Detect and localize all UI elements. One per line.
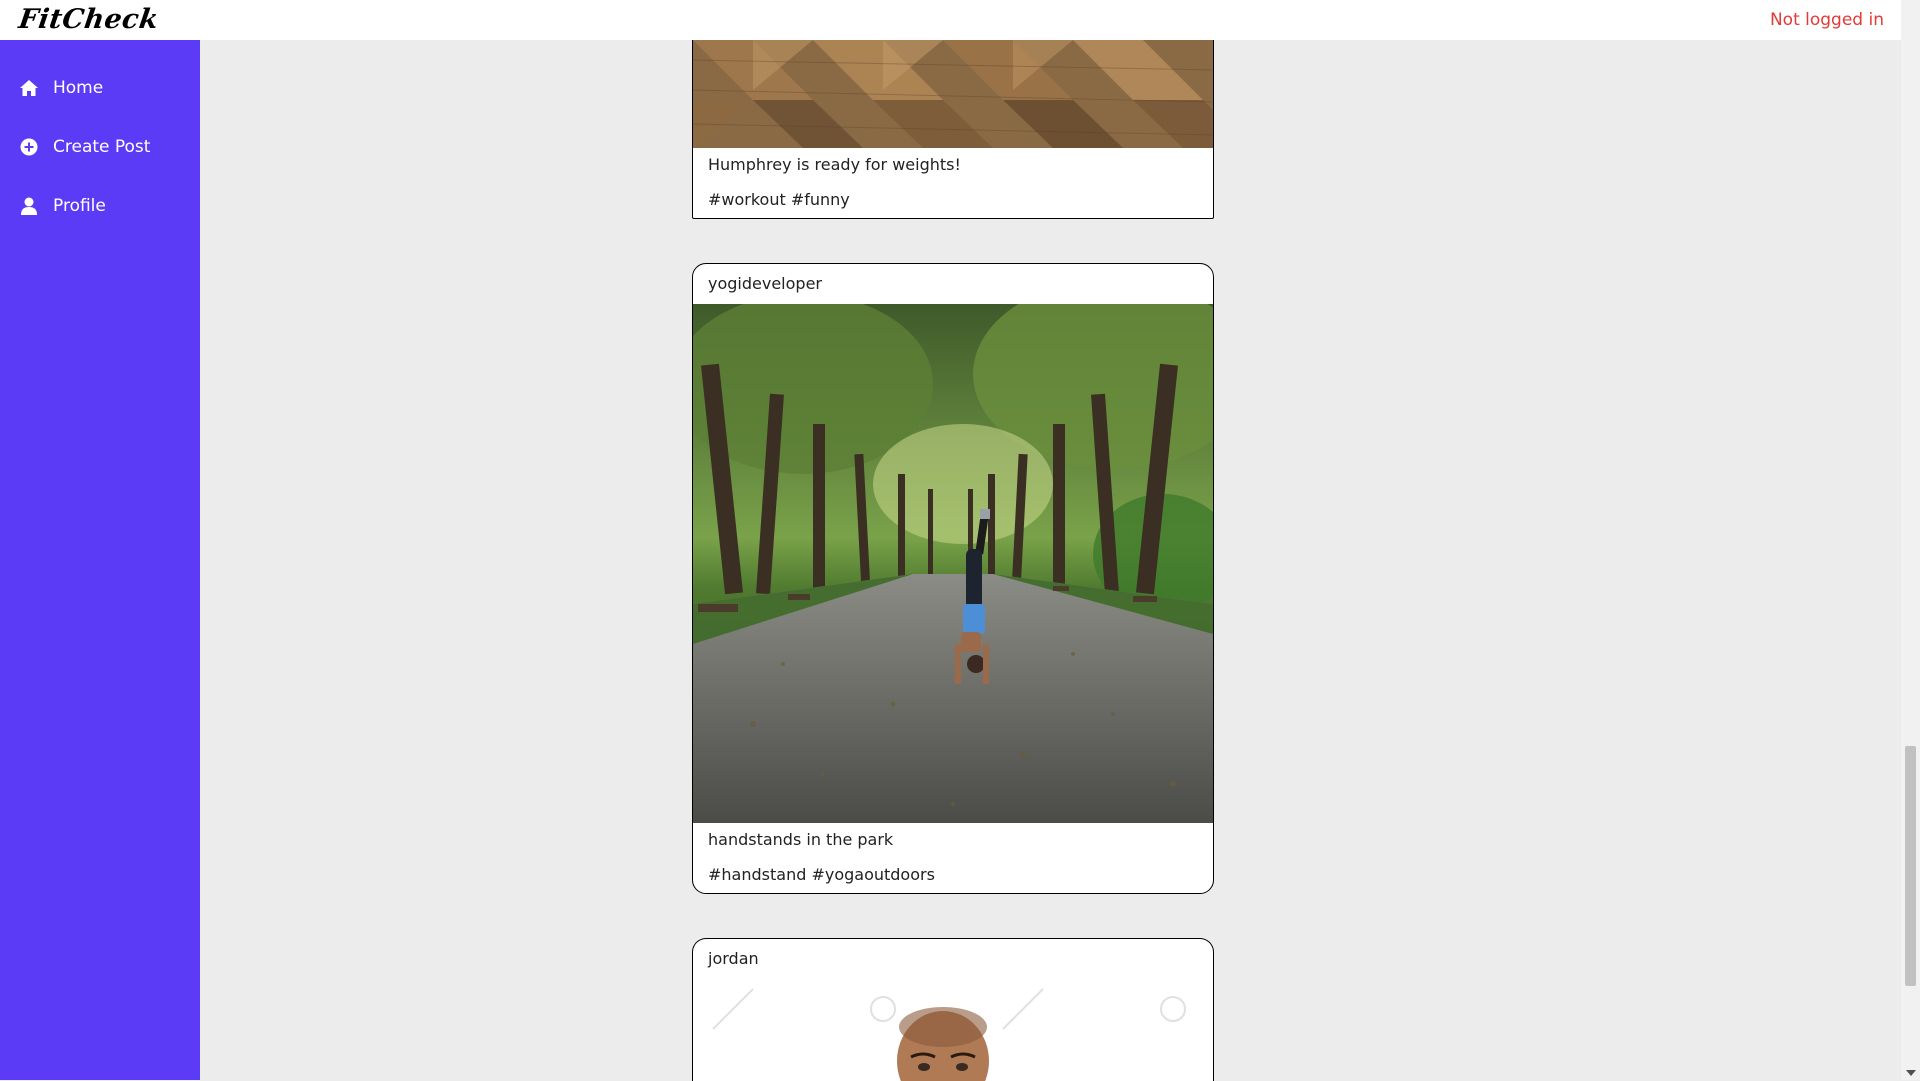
post-tags[interactable]: #handstand #yogaoutdoors [693, 857, 1213, 893]
sidebar-item-label: Profile [53, 196, 106, 216]
post-caption: handstands in the park [708, 830, 894, 849]
post-card: jordan [692, 938, 1214, 1081]
park-handstand-photo [693, 304, 1213, 823]
post-tags[interactable]: #workout #funny [693, 182, 1213, 218]
post-caption: Humphrey is ready for weights! [708, 155, 961, 174]
sidebar-item-create-post[interactable]: Create Post [19, 137, 150, 157]
sidebar-item-profile[interactable]: Profile [19, 196, 106, 216]
headshot-photo [693, 979, 1213, 1081]
post-username[interactable]: jordan [693, 939, 1213, 979]
plus-circle-icon [19, 137, 39, 157]
app-logo[interactable]: FitCheck [17, 4, 161, 35]
scroll-down-arrow-icon[interactable] [1906, 1070, 1916, 1076]
login-status[interactable]: Not logged in [1770, 10, 1884, 30]
parquet-floor-photo [693, 40, 1213, 148]
post-username[interactable]: yogideveloper [693, 264, 1213, 304]
home-icon [19, 78, 39, 98]
post-card: Humphrey is ready for weights! #workout … [692, 40, 1214, 219]
post-card: yogideveloper handstands in the park #ha… [692, 263, 1214, 894]
scrollbar-thumb[interactable] [1905, 746, 1916, 986]
top-bar: FitCheck Not logged in [0, 0, 1901, 40]
page-scrollbar[interactable] [1901, 0, 1920, 1080]
sidebar-item-home[interactable]: Home [19, 78, 103, 98]
sidebar-item-label: Home [53, 78, 104, 98]
user-icon [19, 196, 39, 216]
sidebar: Home Create Post Profile [0, 40, 200, 1080]
sidebar-item-label: Create Post [53, 137, 151, 157]
